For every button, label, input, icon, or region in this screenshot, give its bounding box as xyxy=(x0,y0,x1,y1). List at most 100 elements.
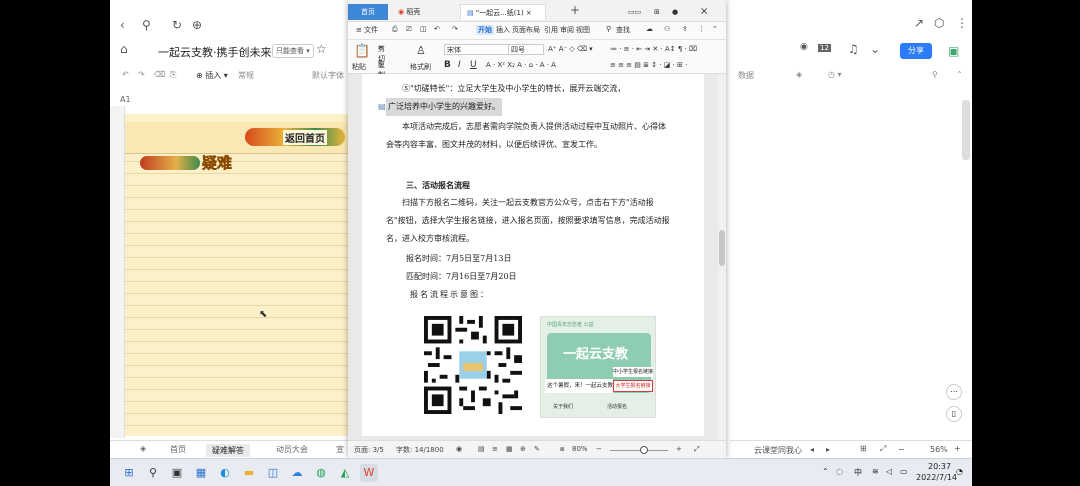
apps-icon[interactable]: ⊞ xyxy=(648,4,666,20)
undo-icon[interactable]: ↶ xyxy=(122,70,129,79)
sheet-tab[interactable]: 宣 xyxy=(336,444,344,455)
pen-icon[interactable]: ✎ xyxy=(534,445,540,453)
fullscreen-icon[interactable]: ⤢ xyxy=(880,444,886,454)
paint-icon[interactable]: ◈ xyxy=(796,70,802,79)
format-painter-icon[interactable]: ♙ xyxy=(416,44,426,57)
menu-find[interactable]: 查找 xyxy=(616,25,630,35)
sheet-tab[interactable]: 首页 xyxy=(170,444,186,455)
close-window-icon[interactable]: × xyxy=(694,4,714,20)
avatar[interactable]: ◉ xyxy=(800,42,808,52)
start-icon[interactable]: ⊞ xyxy=(120,464,138,482)
close-tab-icon[interactable]: × xyxy=(526,9,532,17)
search-icon[interactable]: ⚲ xyxy=(932,70,938,79)
globe-icon[interactable]: ⊕ xyxy=(520,445,526,453)
paste-icon[interactable]: 📋 xyxy=(354,44,370,59)
return-home-button[interactable]: 返回首页 xyxy=(245,128,345,146)
menu-insert[interactable]: 插入 xyxy=(496,25,510,35)
outline-view-icon[interactable]: ≡ xyxy=(492,445,498,453)
page-indicator[interactable]: 页面: 3/5 xyxy=(354,445,384,455)
avatar[interactable]: ● xyxy=(666,4,684,20)
share-button[interactable]: 分享 xyxy=(900,43,932,59)
bold-icon[interactable]: B xyxy=(444,60,451,70)
scrollbar-thumb[interactable] xyxy=(719,230,725,266)
preview-icon[interactable]: ◫ xyxy=(420,25,427,33)
wifi-icon[interactable]: ≋ xyxy=(872,467,879,476)
zoom-out-icon[interactable]: − xyxy=(898,445,905,454)
font-select[interactable]: 默认字体 xyxy=(312,70,344,81)
underline-icon[interactable]: U xyxy=(470,60,477,70)
zoom-in-icon[interactable]: + xyxy=(954,444,961,453)
next-icon[interactable]: ▸ xyxy=(826,445,830,454)
menu-view[interactable]: 视图 xyxy=(576,25,590,35)
refresh-icon[interactable]: ↻ xyxy=(172,18,182,32)
format-painter-label[interactable]: 格式刷 xyxy=(410,62,431,72)
store-icon[interactable]: ◫ xyxy=(264,464,282,482)
cloud-app-icon[interactable]: ☁ xyxy=(288,464,306,482)
document-area[interactable]: ▤ ▾ ⑤"切磋特长"：立足大学生及中小学生的特长，展开云端交流， 广泛培养中小… xyxy=(348,74,718,440)
sheet-tab[interactable]: 云课堂同我心 xyxy=(754,445,802,456)
wps-icon[interactable]: W xyxy=(360,464,378,482)
clock-date[interactable]: 2022/7/14 xyxy=(916,473,957,482)
font-size-select[interactable]: 四号 xyxy=(508,44,544,55)
data-menu[interactable]: 数据 xyxy=(738,70,754,81)
link-icon[interactable]: ⚲ xyxy=(142,18,151,32)
number-format[interactable]: 常规 xyxy=(238,70,254,81)
align-icons[interactable]: ≡ ≡ ≡ ▤ ≣ ↕ · ◪ · ⊞ · xyxy=(610,61,687,69)
save-icon[interactable]: ⎙ xyxy=(392,25,398,34)
tab-document[interactable]: ▤ "一起云...纸(1) × xyxy=(460,4,546,20)
menu-reference[interactable]: 引用 xyxy=(544,25,558,35)
sheet-tab-active[interactable]: 疑难解答 xyxy=(206,444,250,457)
menu-layout[interactable]: 页面布局 xyxy=(512,25,540,35)
search-icon[interactable]: ⚲ xyxy=(606,25,611,33)
grid-view-icon[interactable]: ⊞ xyxy=(860,444,867,453)
sheet-tab[interactable]: 动员大会 xyxy=(276,444,308,455)
phone-icon[interactable]: ▯ xyxy=(946,406,962,422)
format-brush-icon[interactable]: ⌫ xyxy=(154,70,165,79)
clear-icon[interactable]: ⎘ xyxy=(170,70,176,80)
undo-icon[interactable]: ↶ xyxy=(434,25,440,33)
folder-icon[interactable]: ▬ xyxy=(240,464,258,482)
eye-icon[interactable]: ◉ xyxy=(456,445,462,453)
zoom-in-icon[interactable]: + xyxy=(676,445,682,453)
search-icon[interactable]: ⚲ xyxy=(144,464,162,482)
app-tray-icon[interactable]: ◌ xyxy=(836,467,843,476)
more-icon[interactable]: ⋮ xyxy=(956,16,968,30)
prev-icon[interactable]: ◂ xyxy=(810,445,814,454)
zoom-level[interactable]: 80% xyxy=(572,445,588,453)
collapse-icon[interactable]: ⌃ xyxy=(712,25,718,33)
tray-expand-icon[interactable]: ⌃ xyxy=(822,467,829,476)
redo-icon[interactable]: ↷ xyxy=(452,25,458,33)
page-view-icon[interactable]: ▤ xyxy=(478,445,485,453)
document-page[interactable]: ▤ ▾ ⑤"切磋特长"：立足大学生及中小学生的特长，展开云端交流， 广泛培养中小… xyxy=(362,74,704,436)
zoom-slider-handle[interactable] xyxy=(640,446,648,454)
notification-icon[interactable]: ◔ xyxy=(956,467,963,476)
layers-icon[interactable]: ◈ xyxy=(140,444,146,453)
menu-review[interactable]: 审阅 xyxy=(560,25,574,35)
web-view-icon[interactable]: ▦ xyxy=(506,445,513,453)
more-icon[interactable]: ⋮ xyxy=(698,25,705,33)
back-icon[interactable]: ‹ xyxy=(120,18,125,32)
vertical-scrollbar[interactable] xyxy=(718,74,726,440)
print-icon[interactable]: ⎚ xyxy=(406,25,412,34)
text-effects-icon[interactable]: A · X² X₂ A · ⌂ · A · A xyxy=(486,61,556,69)
app-icon[interactable]: ▣ xyxy=(948,44,959,58)
tab-home[interactable]: 首页 xyxy=(348,4,388,20)
share-arrow-icon[interactable]: ↗ xyxy=(914,16,924,30)
redo-icon[interactable]: ↷ xyxy=(138,70,145,79)
clock-icon[interactable]: ◷ ▾ xyxy=(828,70,842,79)
edge-icon[interactable]: ◐ xyxy=(216,464,234,482)
word-count[interactable]: 字数: 14/1800 xyxy=(396,445,444,455)
share-icon[interactable]: ⇪ xyxy=(682,25,688,33)
grow-font-icon[interactable]: A⁺ A⁻ ◇ ⌫ ▾ xyxy=(548,45,593,53)
wechat-icon[interactable]: ◍ xyxy=(312,464,330,482)
tab-docer[interactable]: ◉ 稻壳 xyxy=(392,4,448,20)
chevron-down-icon[interactable]: ⌄ xyxy=(870,42,880,56)
collab-icon[interactable]: ⚇ xyxy=(664,25,670,33)
paste-label[interactable]: 粘贴 xyxy=(352,62,366,72)
sheet-grid[interactable]: 返回首页 疑难 ⬉ xyxy=(125,114,350,436)
fit-window-icon[interactable]: ⤢ xyxy=(694,445,700,454)
new-tab-icon[interactable]: + xyxy=(564,2,586,18)
zoom-fit-icon[interactable]: ⧈ xyxy=(560,445,564,454)
zoom-slider[interactable] xyxy=(610,450,668,451)
cloud-icon[interactable]: ☁ xyxy=(646,25,653,33)
